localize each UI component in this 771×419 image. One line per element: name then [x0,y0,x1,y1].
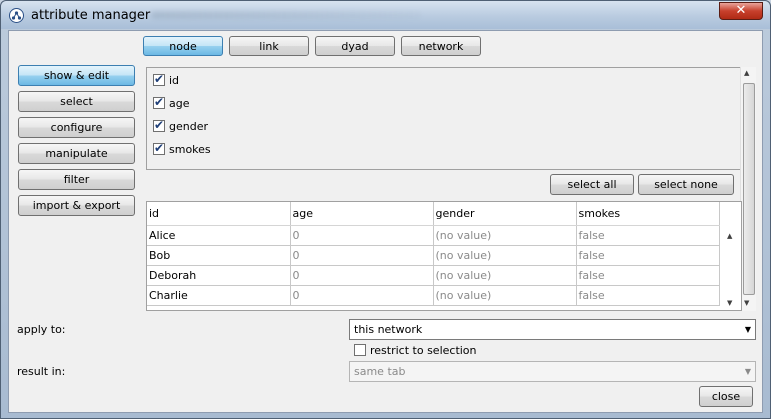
table-scroll-up-icon[interactable]: ▲ [727,232,732,240]
table-row[interactable]: Charlie 0 (no value) false [147,285,720,306]
table-cell[interactable]: (no value) [433,225,577,246]
result-in-value: same tab [354,365,406,378]
checkmark-icon: ✔ [154,141,165,155]
apply-to-label: apply to: [17,323,66,336]
dialog-body: node link dyad network show & edit select con… [8,30,763,413]
result-in-label: result in: [17,365,66,378]
sidebar-item-manipulate[interactable]: manipulate [18,143,135,164]
column-header-age[interactable]: age [290,202,434,226]
table-cell[interactable]: (no value) [433,245,577,266]
dropdown-arrow-icon: ▼ [744,325,751,334]
window-title: attribute manager [31,8,151,23]
close-window-button[interactable]: ✕ [719,2,763,20]
select-all-button[interactable]: select all [550,174,634,195]
table-cell[interactable]: false [576,285,720,306]
table-cell[interactable]: 0 [290,285,434,306]
result-in-select[interactable]: same tab ▼ [349,361,756,382]
data-table: id age gender smokes Alice 0 (no value) false B… [147,202,720,306]
attribute-checkbox-id[interactable]: ✔ [153,72,165,86]
table-cell[interactable]: false [576,225,720,246]
table-cell[interactable]: 0 [290,265,434,286]
table-cell[interactable]: false [576,265,720,286]
attribute-label: id [169,74,180,87]
checkmark-icon: ✔ [154,118,165,132]
attribute-label: smokes [169,143,211,156]
attribute-checkbox-age[interactable]: ✔ [153,95,165,109]
table-cell[interactable]: (no value) [433,265,577,286]
sidebar-item-select[interactable]: select [18,91,135,112]
close-button[interactable]: close [699,386,753,407]
column-header-gender[interactable]: gender [433,202,577,226]
apply-to-select[interactable]: this network ▼ [349,319,756,340]
attribute-table: id age gender smokes Alice 0 (no value) false B… [146,201,742,311]
apply-to-value: this network [354,323,423,336]
attribute-manager-window: attribute manager ✕ node link dyad network … [0,0,771,419]
sidebar-item-filter[interactable]: filter [18,169,135,190]
attribute-list: ✔ id ✔ age ✔ gender ✔ smokes [146,67,742,170]
scroll-up-icon[interactable]: ▲ [744,69,749,77]
checkmark-icon: ✔ [154,72,165,86]
close-icon: ✕ [735,3,747,18]
column-header-id[interactable]: id [147,202,291,226]
attribute-label: age [169,97,190,110]
select-none-button[interactable]: select none [638,174,734,195]
blurred-title-path [151,11,421,19]
tab-link[interactable]: link [229,36,309,56]
table-cell[interactable]: Bob [147,245,291,266]
attribute-checkbox-gender[interactable]: ✔ [153,118,165,132]
tab-network[interactable]: network [401,36,481,56]
column-header-smokes[interactable]: smokes [576,202,720,226]
table-cell[interactable]: Alice [147,225,291,246]
network-graph-icon [9,8,24,23]
table-scroll-down-icon[interactable]: ▼ [727,299,732,307]
table-cell[interactable]: (no value) [433,285,577,306]
table-cell[interactable]: Charlie [147,285,291,306]
attribute-scrollbar[interactable]: ▲ ▼ [740,67,756,311]
checkmark-icon: ✔ [154,95,165,109]
sidebar-item-show-edit[interactable]: show & edit [18,65,135,86]
table-row[interactable]: Deborah 0 (no value) false [147,265,720,286]
table-row[interactable]: Bob 0 (no value) false [147,245,720,266]
tab-node[interactable]: node [143,36,223,56]
table-cell[interactable]: 0 [290,245,434,266]
table-scrollbar[interactable]: ▲ ▼ [724,225,741,310]
dropdown-arrow-icon: ▼ [744,367,751,376]
sidebar-item-configure[interactable]: configure [18,117,135,138]
attribute-label: gender [169,120,208,133]
sidebar-item-import-export[interactable]: import & export [18,195,135,216]
restrict-to-selection-checkbox[interactable] [354,344,366,356]
table-cell[interactable]: 0 [290,225,434,246]
scrollbar-thumb[interactable] [743,83,755,295]
attribute-checkbox-smokes[interactable]: ✔ [153,141,165,155]
title-bar[interactable]: attribute manager ✕ [1,1,770,29]
scroll-down-icon[interactable]: ▼ [744,299,749,307]
table-cell[interactable]: Deborah [147,265,291,286]
table-row[interactable]: Alice 0 (no value) false [147,225,720,246]
table-cell[interactable]: false [576,245,720,266]
restrict-to-selection-label: restrict to selection [370,344,477,357]
tab-dyad[interactable]: dyad [315,36,395,56]
